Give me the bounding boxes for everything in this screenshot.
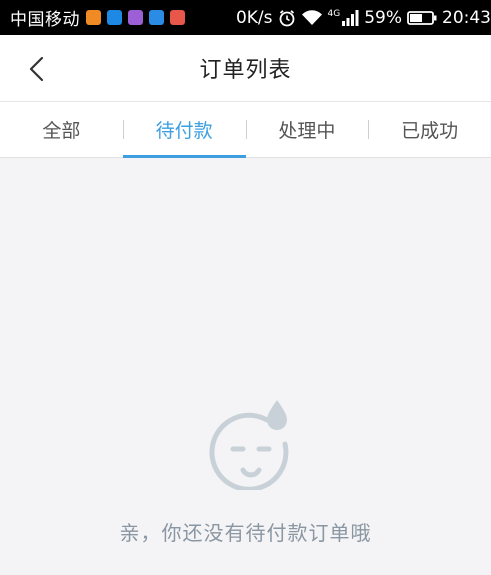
chevron-left-icon [29,56,44,82]
app-notification-icon [107,10,122,25]
wifi-icon [301,9,322,25]
back-button[interactable] [24,53,52,85]
tab-completed[interactable]: 已成功 [368,102,491,157]
page-title: 订单列表 [199,58,292,83]
status-bar: 中国移动 0K/s 4G 59% 20:43 [0,0,491,35]
battery-percent: 59% [364,7,402,28]
tab-label: 待付款 [155,120,213,142]
tab-label: 处理中 [278,120,336,142]
network-type: 4G [327,8,341,19]
app-notification-icon [128,10,143,25]
tab-processing[interactable]: 处理中 [245,102,369,157]
tab-label: 已成功 [401,120,459,142]
tab-all[interactable]: 全部 [0,102,123,157]
alarm-icon [279,9,294,26]
signal-icon [342,9,359,26]
clock: 20:43 [442,7,491,28]
carrier-name: 中国移动 [10,10,80,30]
tab-pending-payment[interactable]: 待付款 [122,102,246,158]
nav-bar: 订单列表 [0,35,491,102]
tab-label: 全部 [42,120,81,142]
map-notification-icon [170,10,185,25]
status-right: 0K/s 4G 59% 20:43 [236,8,491,28]
battery-icon [407,10,437,25]
net-speed: 0K/s [235,7,273,28]
play-notification-icon [149,10,164,25]
order-tabs: 全部 待付款 处理中 已成功 [0,102,491,158]
sweating-face-icon [209,400,289,490]
app-notification-icon [86,10,101,25]
empty-state-message: 亲，你还没有待付款订单哦 [119,521,372,545]
